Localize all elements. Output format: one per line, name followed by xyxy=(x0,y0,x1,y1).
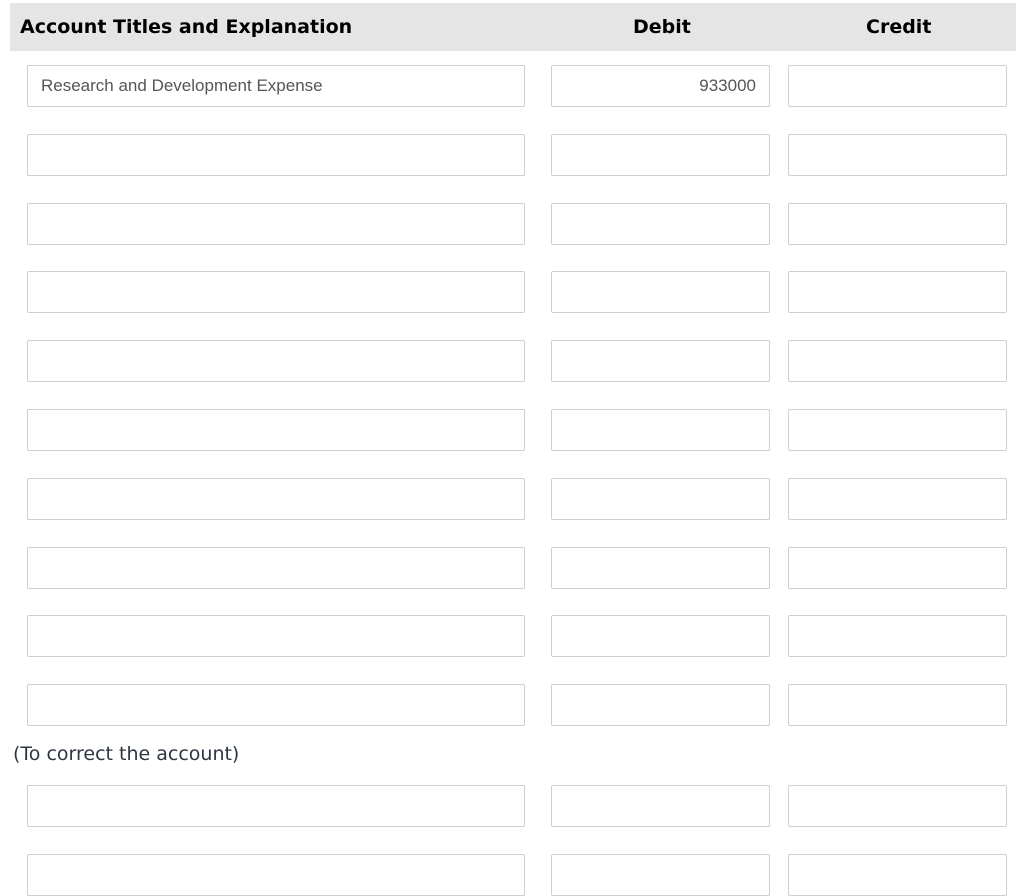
journal-entry-row xyxy=(0,785,1024,827)
journal-entry-row xyxy=(0,271,1024,314)
header-account-titles: Account Titles and Explanation xyxy=(20,16,353,38)
table-header: Account Titles and Explanation Debit Cre… xyxy=(10,3,1016,51)
credit-input[interactable] xyxy=(788,615,1007,658)
credit-input[interactable] xyxy=(788,853,1007,896)
credit-input[interactable] xyxy=(788,65,1007,107)
credit-input[interactable] xyxy=(788,409,1007,451)
journal-entry-row xyxy=(0,684,1024,727)
account-title-input[interactable] xyxy=(27,340,525,383)
account-title-input[interactable] xyxy=(27,853,525,896)
debit-input[interactable] xyxy=(551,340,770,383)
journal-entry-row xyxy=(0,133,1024,176)
journal-entry-row xyxy=(0,202,1024,245)
account-title-input[interactable] xyxy=(27,477,525,520)
journal-entry-row xyxy=(0,477,1024,520)
credit-input[interactable] xyxy=(788,271,1007,314)
account-title-input[interactable] xyxy=(27,133,525,176)
header-debit: Debit xyxy=(633,16,691,38)
entry-explanation-note: (To correct the account) xyxy=(13,743,240,765)
account-title-input[interactable] xyxy=(27,65,525,107)
journal-entry-row xyxy=(0,409,1024,451)
account-title-input[interactable] xyxy=(27,785,525,827)
debit-input[interactable] xyxy=(551,785,770,827)
debit-input[interactable] xyxy=(551,271,770,314)
account-title-input[interactable] xyxy=(27,546,525,589)
header-credit: Credit xyxy=(866,16,932,38)
credit-input[interactable] xyxy=(788,785,1007,827)
journal-entry-row xyxy=(0,340,1024,383)
credit-input[interactable] xyxy=(788,477,1007,520)
journal-entry-row xyxy=(0,615,1024,658)
credit-input[interactable] xyxy=(788,133,1007,176)
credit-input[interactable] xyxy=(788,684,1007,727)
journal-entry-row xyxy=(0,853,1024,896)
account-title-input[interactable] xyxy=(27,202,525,245)
debit-input[interactable] xyxy=(551,409,770,451)
debit-input[interactable] xyxy=(551,477,770,520)
journal-entry-row xyxy=(0,546,1024,589)
debit-input[interactable] xyxy=(551,133,770,176)
account-title-input[interactable] xyxy=(27,271,525,314)
credit-input[interactable] xyxy=(788,340,1007,383)
debit-input[interactable] xyxy=(551,853,770,896)
account-title-input[interactable] xyxy=(27,615,525,658)
credit-input[interactable] xyxy=(788,546,1007,589)
debit-input[interactable] xyxy=(551,202,770,245)
debit-input[interactable] xyxy=(551,65,770,107)
account-title-input[interactable] xyxy=(27,409,525,451)
account-title-input[interactable] xyxy=(27,684,525,727)
journal-entry-row xyxy=(0,65,1024,107)
debit-input[interactable] xyxy=(551,684,770,727)
debit-input[interactable] xyxy=(551,615,770,658)
debit-input[interactable] xyxy=(551,546,770,589)
credit-input[interactable] xyxy=(788,202,1007,245)
